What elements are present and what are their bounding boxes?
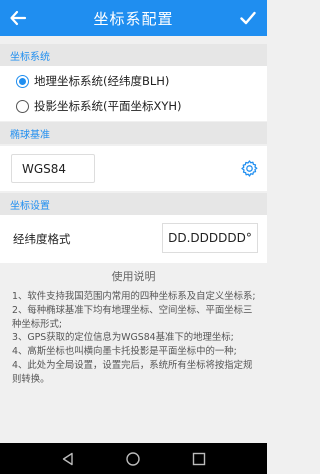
ellipsoid-value-field[interactable]: WGS84 [11,154,95,183]
help-item: 3、GPS获取的定位信息为WGS84基准下的地理坐标; [12,332,234,344]
help-item: 1、软件支持我国范围内常用的四种坐标系及自定义坐标系; [12,291,256,302]
home-circle-icon[interactable] [123,449,143,469]
help-list: 1、软件支持我国范围内常用的四种坐标系及自定义坐标系; 2、每种椭球基准下均有地… [12,290,259,387]
system-nav-bar [0,443,267,474]
coord-settings-panel: 经纬度格式 DD.DDDDDD° [0,215,267,263]
gear-icon[interactable] [240,159,259,178]
check-icon[interactable] [237,7,259,29]
radio-label-projected: 投影坐标系统(平面坐标XYH) [34,99,182,113]
latlon-format-value[interactable]: DD.DDDDDD° [162,223,258,253]
page-title: 坐标系配置 [93,9,174,28]
recents-square-icon[interactable] [189,449,209,469]
app-bar: 坐标系配置 [0,0,267,36]
back-triangle-icon[interactable] [58,449,78,469]
help-title: 使用说明 [111,270,156,283]
section-ellipsoid: 椭球基准 [0,122,267,144]
help-item: 4、高斯坐标也叫横向墨卡托投影是平面坐标中的一种; [12,346,237,358]
coord-system-panel: 地理坐标系统(经纬度BLH) 投影坐标系统(平面坐标XYH) [0,66,267,121]
latlon-format-label: 经纬度格式 [13,232,71,246]
help-item: 4、此处为全局设置，设置完后，系统所有坐标将按指定规则转换。 [12,359,253,385]
section-coord-system: 坐标系统 [0,44,267,66]
radio-unchecked-icon[interactable] [16,99,29,113]
radio-label-geographic: 地理坐标系统(经纬度BLH) [34,74,170,88]
arrow-left-icon[interactable] [7,7,29,29]
section-coord-settings: 坐标设置 [0,193,267,215]
help-item: 2、每种椭球基准下均有地理坐标、空间坐标、平面坐标三种坐标形式; [12,304,253,330]
radio-checked-icon[interactable] [16,74,29,88]
radio-option-geographic[interactable]: 地理坐标系统(经纬度BLH) [0,68,267,94]
latlon-format-row[interactable]: 经纬度格式 DD.DDDDDD° [0,215,267,263]
radio-option-projected[interactable]: 投影坐标系统(平面坐标XYH) [0,93,267,119]
ellipsoid-panel: WGS84 [0,146,267,191]
